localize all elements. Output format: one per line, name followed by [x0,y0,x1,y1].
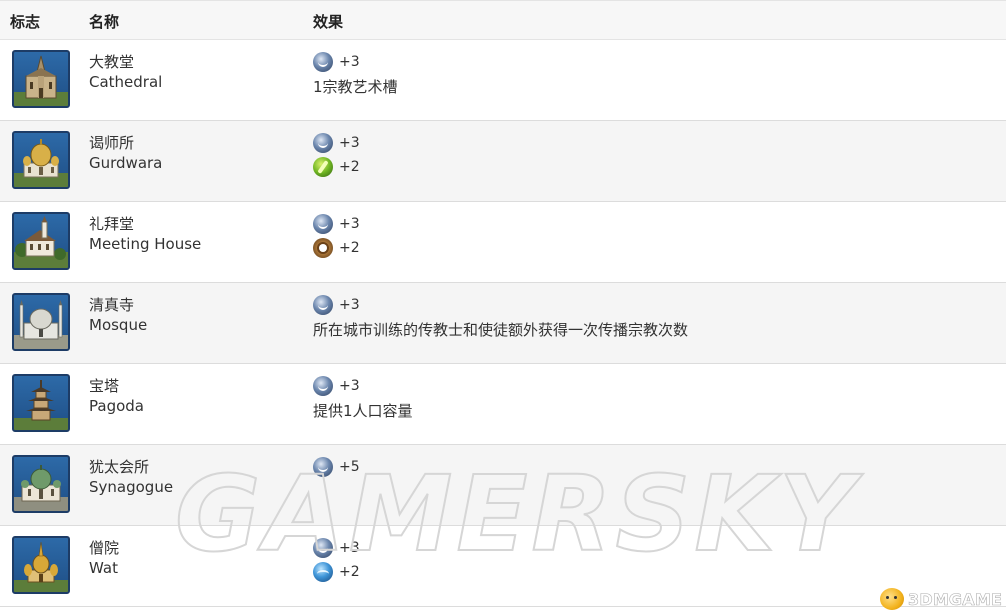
effect-line: +3 [313,212,360,236]
building-name-en: Cathedral [89,73,163,91]
table-row: 清真寺 Mosque +3 所在城市训练的传教士和使徒额外获得一次传播宗教次数 [0,283,1006,364]
effect-value: +3 [339,135,360,151]
building-name-en: Pagoda [89,397,144,415]
header-name-col: 名称 [89,13,120,31]
effect-value: +3 [339,297,360,313]
building-name-en: Synagogue [89,478,174,496]
effect-note: 提供1人口容量 [313,401,413,420]
effect-line: +2 [313,236,360,260]
effect-value: +2 [339,159,360,175]
table-row: 礼拜堂 Meeting House +3 +2 [0,202,1006,283]
building-name-en: Mosque [89,316,148,334]
buildings-table: 标志 名称 效果 大教堂 Cathedral +3 1宗教艺术槽 谒师所 Gur… [0,0,1006,607]
gurdwara-icon [12,131,70,189]
effect-value: +2 [339,240,360,256]
header-effect-col: 效果 [313,13,344,31]
table-row: 大教堂 Cathedral +3 1宗教艺术槽 [0,40,1006,121]
3dmgame-logo: 3DMGAME [880,586,1002,612]
building-name-zh: 谒师所 [89,134,135,152]
effect-value: +5 [339,459,360,475]
faith-icon [313,295,333,315]
building-name-zh: 礼拜堂 [89,215,135,233]
table-row: 僧院 Wat +3 +2 [0,526,1006,607]
building-name-zh: 僧院 [89,539,120,557]
building-name-en: Wat [89,559,118,577]
building-name-zh: 犹太会所 [89,458,150,476]
faith-icon [313,457,333,477]
effects-cell: +3 +2 [313,212,360,260]
faith-icon [313,214,333,234]
effect-value: +2 [339,564,360,580]
effects-cell: +5 [313,455,360,479]
mosque-icon [12,293,70,351]
building-name-en: Meeting House [89,235,202,253]
effect-line: +3 [313,50,398,74]
meeting-house-icon [12,212,70,270]
effects-cell: +3 1宗教艺术槽 [313,50,398,98]
effect-value: +3 [339,54,360,70]
table-row: 犹太会所 Synagogue +5 [0,445,1006,526]
food-icon [313,157,333,177]
faith-icon [313,52,333,72]
effect-line: +5 [313,455,360,479]
effects-cell: +3 提供1人口容量 [313,374,413,422]
effect-note: 1宗教艺术槽 [313,77,398,96]
science-icon [313,562,333,582]
effect-line: +2 [313,155,360,179]
wat-icon [12,536,70,594]
table-header: 标志 名称 效果 [0,0,1006,40]
effect-value: +3 [339,378,360,394]
effect-line: +3 [313,374,413,398]
building-name-zh: 大教堂 [89,53,135,71]
mascot-icon [880,588,904,610]
effects-cell: +3 +2 [313,131,360,179]
production-icon [313,238,333,258]
synagogue-icon [12,455,70,513]
pagoda-icon [12,374,70,432]
effect-value: +3 [339,540,360,556]
effect-line: +3 [313,131,360,155]
table-row: 谒师所 Gurdwara +3 +2 [0,121,1006,202]
effect-line: +3 [313,293,688,317]
effect-line: +2 [313,560,360,584]
table-row: 宝塔 Pagoda +3 提供1人口容量 [0,364,1006,445]
effect-value: +3 [339,216,360,232]
effect-line: +3 [313,536,360,560]
effect-note: 所在城市训练的传教士和使徒额外获得一次传播宗教次数 [313,320,689,339]
logo-text: 3DMGAME [908,589,1003,609]
effects-cell: +3 所在城市训练的传教士和使徒额外获得一次传播宗教次数 [313,293,688,341]
cathedral-icon [12,50,70,108]
effects-cell: +3 +2 [313,536,360,584]
faith-icon [313,133,333,153]
building-name-zh: 宝塔 [89,377,120,395]
building-name-en: Gurdwara [89,154,163,172]
faith-icon [313,538,333,558]
faith-icon [313,376,333,396]
building-name-zh: 清真寺 [89,296,135,314]
header-icon-col: 标志 [10,13,41,31]
